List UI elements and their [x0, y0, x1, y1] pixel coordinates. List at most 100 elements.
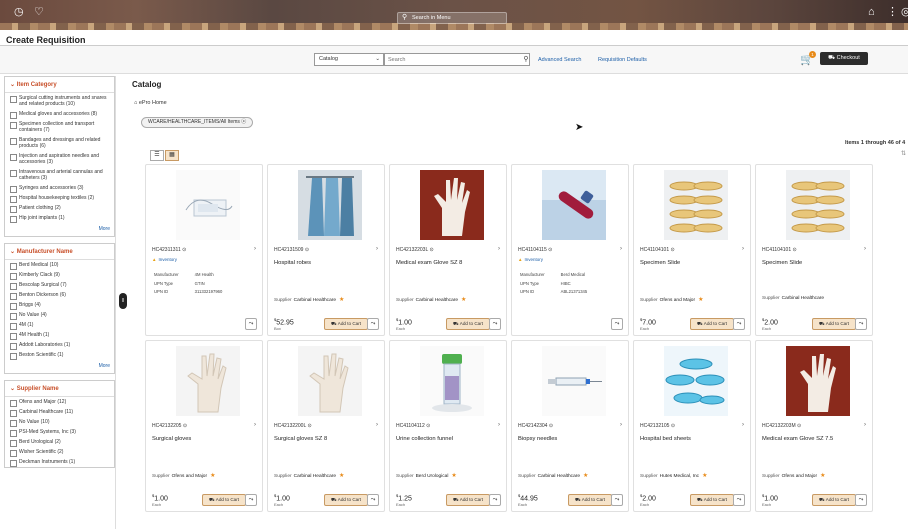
product-image[interactable] — [176, 170, 240, 240]
add-to-cart-button[interactable]: ⛟ Add to Cart — [446, 494, 490, 506]
product-image[interactable] — [298, 170, 362, 240]
item-actions-button[interactable]: ⤳ — [367, 494, 379, 506]
add-to-cart-button[interactable]: ⛟ Add to Cart — [690, 318, 734, 330]
chevron-right-icon[interactable]: › — [864, 422, 866, 428]
item-actions-button[interactable]: ⤳ — [611, 494, 623, 506]
compare-icon[interactable]: ⊙ — [671, 423, 675, 429]
facet-header[interactable]: ⌄ Item Category — [5, 77, 114, 93]
product-card[interactable]: HC42311311 ⊙ › ▲ Inventory Manufacturer 4M He… — [145, 164, 263, 336]
item-actions-button[interactable]: ⤳ — [245, 494, 257, 506]
product-card[interactable]: HC42132203L ⊙ › Medical exam Glove SZ 8 Sup… — [389, 164, 507, 336]
item-actions-button[interactable]: ⤳ — [367, 318, 379, 330]
facet-checkbox-item[interactable]: Briggs (4) — [5, 300, 114, 310]
facet-checkbox-item[interactable]: Surgical cutting instruments and snares … — [5, 93, 114, 109]
product-card[interactable]: HC41104101 ⊙ › Specimen Slide Supplier Ofens… — [633, 164, 751, 336]
product-image[interactable] — [420, 346, 484, 416]
compare-icon[interactable]: ⊙ — [549, 423, 553, 429]
product-image[interactable] — [176, 346, 240, 416]
facet-checkbox-item[interactable]: Bescolap Surgical (7) — [5, 280, 114, 290]
product-image[interactable] — [298, 346, 362, 416]
product-image[interactable] — [786, 346, 850, 416]
product-image[interactable] — [786, 170, 850, 240]
facet-checkbox-item[interactable]: Patient clothing (2) — [5, 203, 114, 213]
product-name[interactable]: Urine collection funnel — [396, 436, 504, 442]
facet-checkbox-item[interactable]: No Value (4) — [5, 310, 114, 320]
list-view-icon[interactable]: ☰ — [150, 150, 164, 161]
facet-checkbox-item[interactable]: PSI-Med Systems, Inc (3) — [5, 427, 114, 437]
facet-checkbox-item[interactable]: 4M Health (1) — [5, 330, 114, 340]
add-to-cart-button[interactable]: ⛟ Add to Cart — [446, 318, 490, 330]
chevron-right-icon[interactable]: › — [254, 246, 256, 252]
clear-chip-icon[interactable]: ⓧ — [241, 119, 246, 125]
compare-icon[interactable]: ⊙ — [182, 247, 186, 253]
compare-icon[interactable]: ⊙ — [548, 247, 552, 253]
facet-checkbox-item[interactable]: Carbinal Healthcare (11) — [5, 407, 114, 417]
item-actions-button[interactable]: ⤳ — [489, 494, 501, 506]
facet-more-link[interactable]: More — [5, 360, 114, 373]
favorites-heart-icon[interactable]: ♡ — [34, 7, 44, 18]
item-actions-button[interactable]: ⤳ — [855, 494, 867, 506]
chevron-right-icon[interactable]: › — [742, 422, 744, 428]
item-actions-button[interactable]: ⤳ — [489, 318, 501, 330]
facet-checkbox-item[interactable]: Ofens and Major (12) — [5, 397, 114, 407]
product-card[interactable]: HC42132105 ⊙ › Hospital bed sheets Supplier… — [633, 340, 751, 512]
facet-checkbox-item[interactable]: Wisher Scientific (2) — [5, 447, 114, 457]
compare-icon[interactable]: ⊙ — [797, 423, 801, 429]
compare-icon[interactable]: ⊙ — [307, 423, 311, 429]
product-card[interactable]: HC41104101 ⊙ › Specimen Slide Supplier Carbi… — [755, 164, 873, 336]
add-to-cart-button[interactable]: ⛟ Add to Cart — [202, 494, 246, 506]
item-actions-button[interactable]: ⤳ — [855, 318, 867, 330]
add-to-cart-button[interactable]: ⛟ Add to Cart — [324, 318, 368, 330]
facet-checkbox-item[interactable]: Hip joint implants (1) — [5, 213, 114, 223]
add-to-cart-button[interactable]: ⛟ Add to Cart — [324, 494, 368, 506]
product-card[interactable]: HC42131509 ⊙ › Hospital robes Supplier Carbi… — [267, 164, 385, 336]
facet-checkbox-item[interactable]: Bandages and dressings and related produ… — [5, 135, 114, 151]
home-icon[interactable]: ⌂ — [868, 7, 875, 18]
chevron-right-icon[interactable]: › — [620, 246, 622, 252]
chevron-right-icon[interactable]: › — [498, 422, 500, 428]
item-actions-button[interactable]: ⤳ — [245, 318, 257, 330]
product-name[interactable]: Surgical gloves SZ 8 — [274, 436, 382, 442]
product-name[interactable]: Biopsy needles — [518, 436, 626, 442]
facet-checkbox-item[interactable]: Kimberly Clack (9) — [5, 270, 114, 280]
facet-checkbox-item[interactable]: Intravenous and arterial cannulas and ca… — [5, 167, 114, 183]
product-card[interactable]: HC42132203M ⊙ › Medical exam Glove SZ 7.5 S… — [755, 340, 873, 512]
product-name[interactable]: Specimen Slide — [640, 260, 748, 266]
advanced-search-link[interactable]: Advanced Search — [538, 57, 581, 63]
grid-view-icon[interactable]: ▦ — [165, 150, 179, 161]
compare-icon[interactable]: ⊙ — [426, 423, 430, 429]
item-actions-button[interactable]: ⤳ — [611, 318, 623, 330]
facet-checkbox-item[interactable]: 4M (1) — [5, 320, 114, 330]
product-name[interactable]: Hospital bed sheets — [640, 436, 748, 442]
add-to-cart-button[interactable]: ⛟ Add to Cart — [812, 494, 856, 506]
checkout-button[interactable]: ⛟ Checkout — [820, 52, 868, 65]
facet-checkbox-item[interactable]: Hospital housekeeping textiles (2) — [5, 193, 114, 203]
facet-checkbox-item[interactable]: Addott Laboratories (1) — [5, 340, 114, 350]
add-to-cart-button[interactable]: ⛟ Add to Cart — [690, 494, 734, 506]
chevron-right-icon[interactable]: › — [498, 246, 500, 252]
compare-icon[interactable]: ⊙ — [183, 423, 187, 429]
compare-icon[interactable]: ⊙ — [429, 247, 433, 253]
product-image[interactable] — [664, 346, 728, 416]
add-to-cart-button[interactable]: ⛟ Add to Cart — [568, 494, 612, 506]
navbar-icon[interactable]: ◎ — [901, 7, 908, 18]
facet-checkbox-item[interactable]: Injection and aspiration needles and acc… — [5, 151, 114, 167]
requisition-defaults-link[interactable]: Requisition Defaults — [598, 57, 647, 63]
facet-header[interactable]: ⌄ Supplier Name — [5, 381, 114, 397]
product-name[interactable]: Medical exam Glove SZ 7.5 — [762, 436, 870, 442]
chevron-right-icon[interactable]: › — [376, 246, 378, 252]
history-icon[interactable]: ◷ — [14, 7, 24, 18]
product-name[interactable]: Medical exam Glove SZ 8 — [396, 260, 504, 266]
facet-checkbox-item[interactable]: Benton Dickerson (6) — [5, 290, 114, 300]
facet-checkbox-item[interactable]: Deckman Instruments (1) — [5, 457, 114, 467]
product-image[interactable] — [664, 170, 728, 240]
product-image[interactable] — [542, 346, 606, 416]
kebab-menu-icon[interactable]: ⋮ — [887, 7, 898, 18]
facet-checkbox-item[interactable]: No Value (10) — [5, 417, 114, 427]
facet-header[interactable]: ⌄ Manufacturer Name — [5, 244, 114, 260]
facet-checkbox-item[interactable]: Specimen collection and transport contai… — [5, 119, 114, 135]
sort-icon[interactable]: ⇅ — [901, 150, 906, 157]
catalog-select[interactable]: Catalog ⌄ — [314, 53, 384, 66]
facet-more-link[interactable]: More — [5, 223, 114, 236]
facet-checkbox-item[interactable]: Medical gloves and accessories (8) — [5, 109, 114, 119]
